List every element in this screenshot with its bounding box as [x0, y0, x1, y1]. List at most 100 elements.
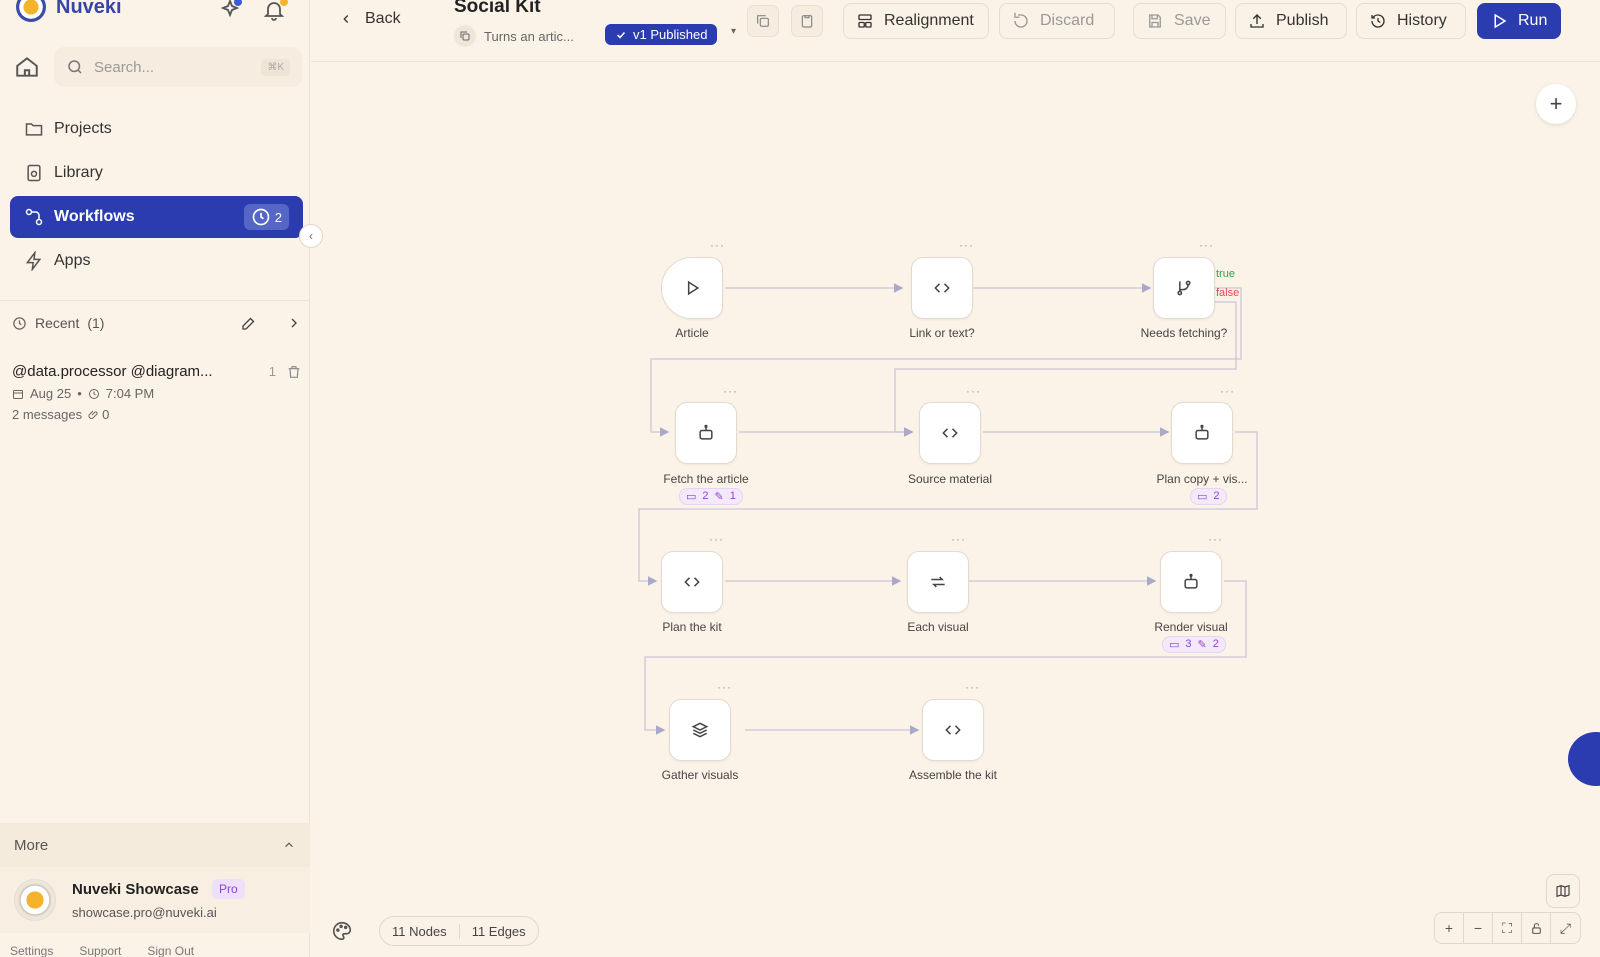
run-label: Run: [1518, 12, 1548, 29]
node-assemble-kit[interactable]: [922, 699, 984, 761]
node-menu-icon[interactable]: ···: [959, 238, 974, 252]
edit-count: 1: [729, 490, 736, 502]
minimap-button[interactable]: [1546, 874, 1580, 908]
profile-name: Nuveki Showcase: [72, 881, 199, 898]
play-icon: [1494, 13, 1507, 29]
node-article[interactable]: [661, 257, 723, 319]
sidebar-item-label: Library: [54, 164, 103, 181]
workflow-canvas[interactable]: + ··· Article ··· Link or text? ··· true…: [311, 62, 1600, 957]
node-fetch-article[interactable]: [675, 402, 737, 464]
workflow-subtitle: Turns an artic...: [484, 28, 574, 44]
comment-icon: ▭: [1169, 639, 1180, 651]
page-title[interactable]: Social Kit: [454, 0, 541, 18]
profile-card[interactable]: Nuveki Showcase Pro showcase.pro@nuveki.…: [0, 867, 310, 933]
sidebar-item-library[interactable]: Library: [10, 152, 303, 194]
node-menu-icon[interactable]: ···: [951, 532, 966, 546]
history-button[interactable]: History: [1356, 3, 1466, 39]
node-annotations[interactable]: ▭ 2: [1190, 488, 1227, 505]
save-button[interactable]: Save: [1133, 3, 1226, 39]
collapse-sidebar-button[interactable]: ‹: [299, 224, 323, 248]
zoom-in-button[interactable]: +: [1435, 913, 1464, 943]
sparkle-icon[interactable]: [218, 0, 242, 22]
fit-view-button[interactable]: ⛶: [1493, 913, 1522, 943]
publish-button[interactable]: Publish: [1235, 3, 1347, 39]
node-label: Link or text?: [909, 326, 975, 340]
workflow-description[interactable]: Turns an artic...: [454, 25, 574, 47]
edit-icon[interactable]: [240, 314, 258, 332]
branch-icon: [1177, 280, 1191, 296]
node-plan-copy[interactable]: [1171, 402, 1233, 464]
lock-button[interactable]: [1522, 913, 1551, 943]
sidebar-item-projects[interactable]: Projects: [10, 108, 303, 150]
node-render-visual[interactable]: [1160, 551, 1222, 613]
comment-count: 3: [1185, 638, 1192, 650]
back-button[interactable]: Back: [339, 10, 401, 28]
node-menu-icon[interactable]: ···: [1199, 238, 1214, 252]
node-plan-kit[interactable]: [661, 551, 723, 613]
bell-icon[interactable]: [262, 0, 288, 22]
node-menu-icon[interactable]: ···: [1220, 384, 1235, 398]
node-gather-visuals[interactable]: [669, 699, 731, 761]
node-each-visual[interactable]: [907, 551, 969, 613]
node-menu-icon[interactable]: ···: [710, 238, 725, 252]
workflows-badge-count: 2: [274, 209, 282, 225]
history-icon: [1371, 14, 1385, 28]
node-menu-icon[interactable]: ···: [965, 680, 980, 694]
clipboard-icon: [801, 15, 813, 28]
settings-link[interactable]: Settings: [10, 944, 53, 957]
node-menu-icon[interactable]: ···: [1208, 532, 1223, 546]
node-label: Article: [675, 326, 709, 340]
node-needs-fetching[interactable]: [1153, 257, 1215, 319]
realignment-button[interactable]: Realignment: [843, 3, 989, 39]
node-menu-icon[interactable]: ···: [709, 532, 724, 546]
home-icon[interactable]: [14, 54, 40, 80]
edit-count: 2: [1212, 638, 1219, 650]
sidebar-item-apps[interactable]: Apps: [10, 240, 303, 282]
clock-icon: [88, 388, 99, 399]
recent-header[interactable]: Recent (1): [12, 314, 302, 332]
footer-links: Settings Support Sign Out: [10, 944, 310, 957]
editor-toolbar: Back Social Kit Turns an artic... v1 Pub…: [311, 0, 1600, 62]
more-section-toggle[interactable]: More: [0, 823, 310, 867]
node-menu-icon[interactable]: ···: [966, 384, 981, 398]
sidebar-item-workflows[interactable]: Workflows 2: [10, 196, 303, 238]
node-source-material[interactable]: [919, 402, 981, 464]
trash-icon[interactable]: [286, 364, 302, 380]
node-label: Each visual: [907, 620, 969, 634]
clipboard-button[interactable]: [791, 5, 823, 37]
node-menu-icon[interactable]: ···: [717, 680, 732, 694]
node-label: Source material: [907, 472, 993, 486]
palette-icon[interactable]: [331, 920, 353, 942]
signout-link[interactable]: Sign Out: [147, 944, 194, 957]
back-label: Back: [365, 10, 401, 27]
discard-button[interactable]: Discard: [999, 3, 1115, 39]
recent-item-messages: 2 messages: [12, 407, 83, 422]
brand[interactable]: Nuveki: [16, 0, 122, 22]
node-label: Plan the kit: [662, 620, 722, 634]
library-icon: [27, 164, 41, 182]
node-label: Plan copy + vis...: [1156, 472, 1248, 486]
search-input[interactable]: Search... ⌘K: [54, 47, 302, 87]
recent-item[interactable]: @data.processor @diagram... 1 Aug 25 • 7…: [12, 363, 302, 422]
node-label: Render visual: [1154, 620, 1228, 634]
sidebar-item-label: Projects: [54, 120, 112, 137]
chevron-right-icon[interactable]: [286, 315, 302, 331]
paperclip-icon: [88, 410, 98, 419]
pin-icon: ✎: [714, 491, 724, 503]
run-button[interactable]: Run: [1477, 3, 1561, 39]
realignment-label: Realignment: [884, 12, 974, 29]
node-link-or-text[interactable]: [911, 257, 973, 319]
chevron-down-icon[interactable]: ▾: [731, 26, 736, 37]
duplicate-button[interactable]: [747, 5, 779, 37]
sidebar-item-label: Workflows: [54, 208, 135, 225]
node-annotations[interactable]: ▭ 3 ✎ 2: [1162, 636, 1226, 653]
node-menu-icon[interactable]: ···: [723, 384, 738, 398]
zoom-out-button[interactable]: −: [1464, 913, 1493, 943]
bolt-icon: [25, 251, 42, 271]
support-link[interactable]: Support: [79, 944, 121, 957]
recent-item-attachments: 0: [102, 407, 110, 422]
expand-button[interactable]: ⤢: [1551, 913, 1580, 943]
comment-icon: ▭: [686, 491, 697, 503]
node-annotations[interactable]: ▭ 2 ✎ 1: [679, 488, 743, 505]
version-status-badge[interactable]: v1 Published: [605, 24, 718, 45]
